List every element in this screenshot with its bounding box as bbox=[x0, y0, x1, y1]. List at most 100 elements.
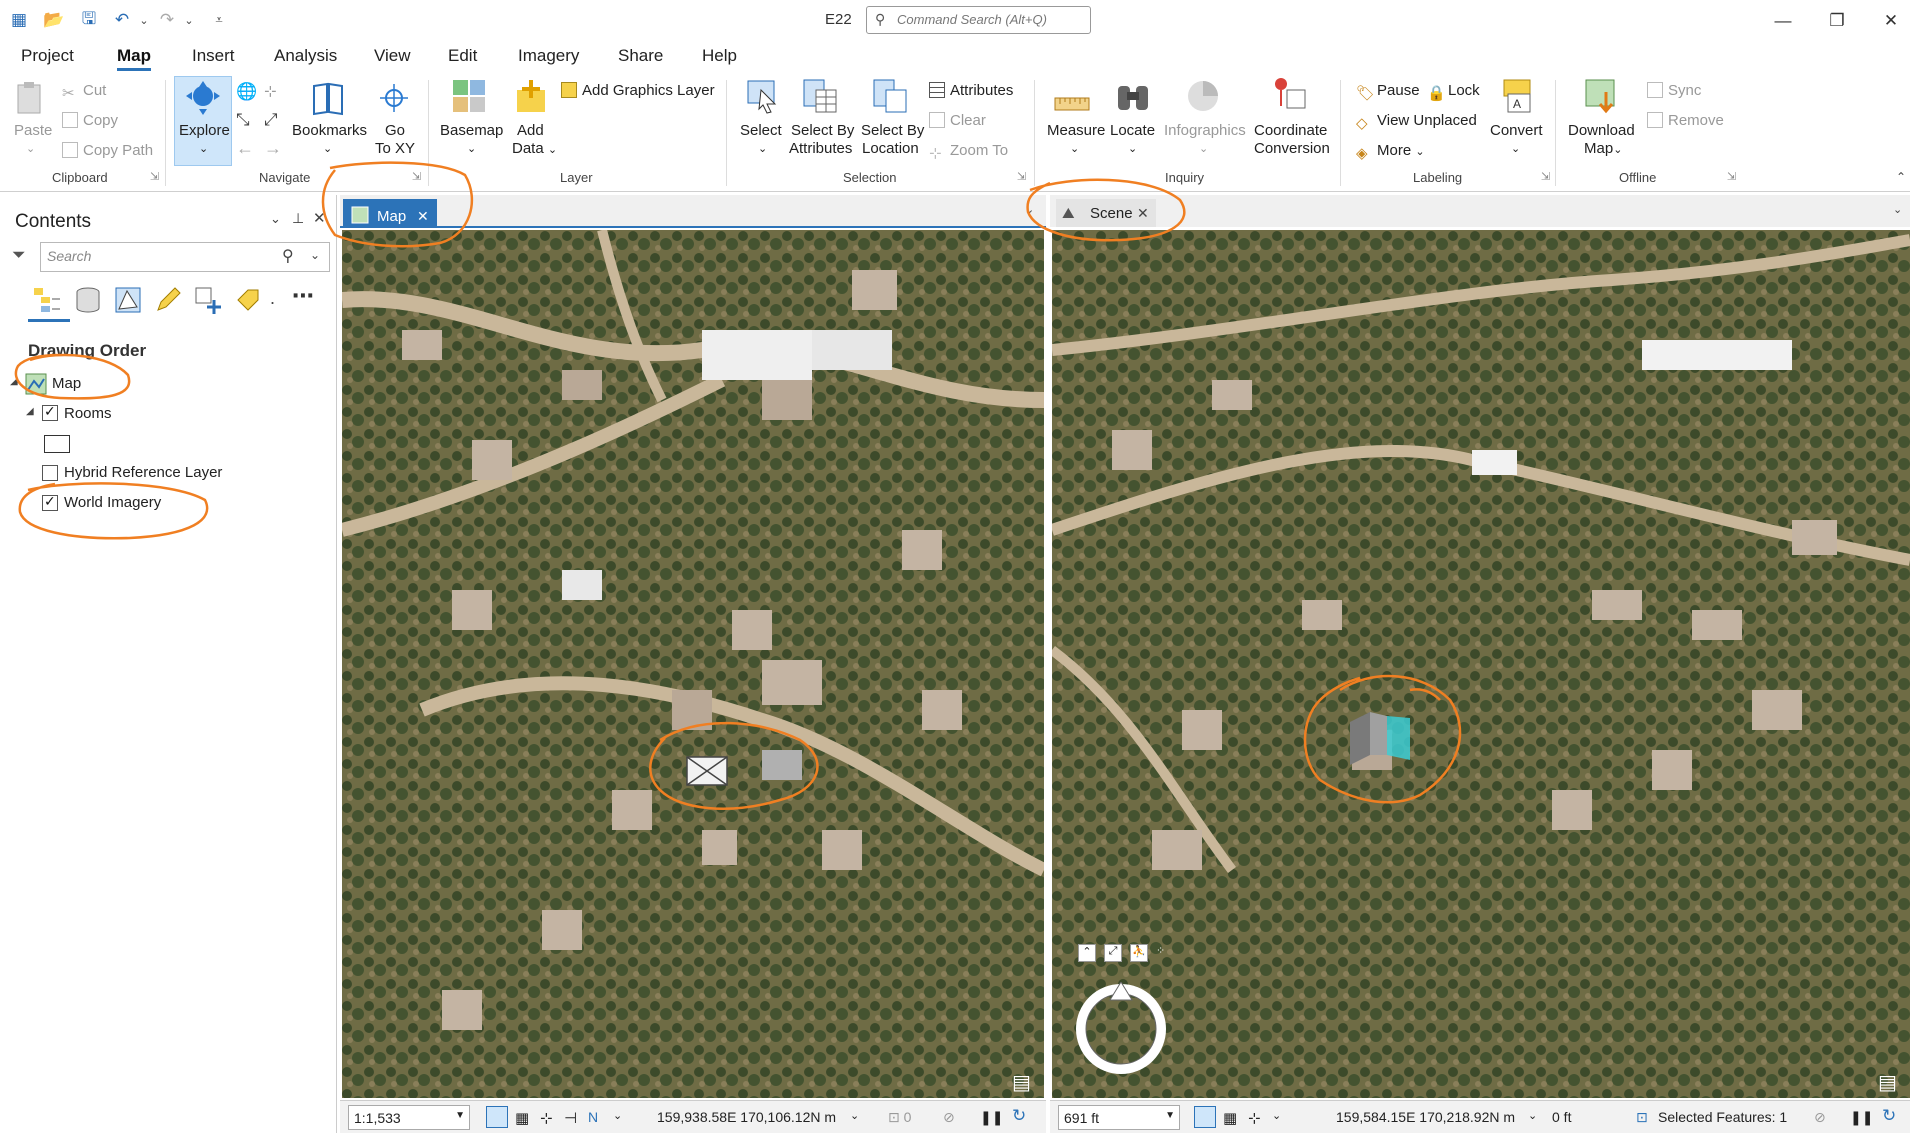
scene-view[interactable]: ⌃ ⤢ ⛹ ⁘ ▤ bbox=[1052, 230, 1910, 1098]
scene-navigator-compass[interactable] bbox=[1074, 982, 1168, 1076]
selected-features-icon-scene[interactable]: ⊡ bbox=[1636, 1109, 1648, 1126]
tree-item-hybrid-reference-layer[interactable]: Hybrid Reference Layer bbox=[64, 464, 222, 481]
cut-button[interactable]: ✂ Cut bbox=[62, 82, 106, 102]
close-map-tab-icon[interactable]: ✕ bbox=[417, 208, 429, 225]
select-button[interactable]: Select bbox=[740, 122, 782, 140]
undo-icon[interactable]: ↶ bbox=[111, 9, 133, 31]
pause-drawing-icon[interactable]: ❚❚ bbox=[980, 1109, 1003, 1126]
scene-scale-selector[interactable]: 691 ft ▼ bbox=[1058, 1105, 1180, 1130]
minimize-icon[interactable]: — bbox=[1760, 6, 1806, 36]
refresh-icon[interactable]: ↻ bbox=[1012, 1106, 1026, 1126]
select-by-location-label-2[interactable]: Location bbox=[862, 140, 919, 158]
list-by-editing-icon[interactable] bbox=[153, 285, 183, 315]
pause-labeling-button[interactable]: 🏷 Pause bbox=[1356, 82, 1420, 102]
undo-dropdown-icon[interactable]: ⌄ bbox=[133, 9, 155, 31]
clear-button[interactable]: Clear bbox=[929, 112, 986, 130]
satellite-imagery-scene[interactable] bbox=[1052, 230, 1910, 1098]
paste-dropdown-icon[interactable]: ⌄ bbox=[26, 140, 35, 158]
add-data-label-1[interactable]: Add bbox=[517, 122, 544, 140]
coordinate-conversion-label-2[interactable]: Conversion bbox=[1254, 140, 1330, 158]
list-by-selection-icon[interactable] bbox=[113, 285, 143, 315]
filter-icon[interactable]: ⏷ bbox=[12, 245, 26, 265]
selected-features-icon[interactable]: ⊡ 0 bbox=[888, 1109, 911, 1126]
map-tab-list-icon[interactable]: ⌄ bbox=[1025, 203, 1034, 216]
download-map-label-2[interactable]: Map⌄ bbox=[1584, 140, 1622, 159]
coords-dropdown-icon[interactable]: ⌄ bbox=[850, 1109, 859, 1122]
close-window-icon[interactable]: ✕ bbox=[1868, 6, 1910, 36]
explore-button[interactable]: Explore bbox=[179, 122, 230, 140]
more-views-icon[interactable]: . bbox=[270, 288, 275, 309]
previous-extent-icon[interactable]: ← bbox=[236, 138, 254, 159]
map-view[interactable]: ▤ bbox=[342, 230, 1044, 1098]
list-by-labeling-icon[interactable] bbox=[233, 285, 263, 315]
coordinate-conversion-label-1[interactable]: Coordinate bbox=[1254, 122, 1327, 140]
command-search-input[interactable]: Command Search (Alt+Q) bbox=[866, 6, 1091, 34]
clipboard-launcher-icon[interactable]: ⇲ bbox=[150, 170, 159, 183]
scene-notes-icon[interactable]: ▤ bbox=[1878, 1070, 1897, 1095]
bookmarks-dropdown-icon[interactable]: ⌄ bbox=[323, 140, 332, 158]
locate-dropdown-icon[interactable]: ⌄ bbox=[1128, 140, 1137, 158]
restore-icon[interactable]: ❐ bbox=[1814, 6, 1860, 36]
paste-button[interactable]: Paste bbox=[14, 122, 52, 140]
selection-launcher-icon[interactable]: ⇲ bbox=[1017, 170, 1026, 183]
scene-tab-list-icon[interactable]: ⌄ bbox=[1893, 203, 1902, 216]
navigator-more-icon[interactable]: ⁘ bbox=[1156, 944, 1165, 957]
redo-dropdown-icon[interactable]: ⌄ bbox=[178, 9, 200, 31]
select-by-attributes-label-2[interactable]: Attributes bbox=[789, 140, 852, 158]
navigator-full-control-icon[interactable]: ⤢ bbox=[1104, 944, 1122, 962]
tree-item-world-imagery[interactable]: World Imagery bbox=[64, 494, 161, 511]
full-extent-icon[interactable]: 🌐 bbox=[236, 82, 257, 102]
menu-edit[interactable]: Edit bbox=[448, 46, 477, 66]
select-by-location-label-1[interactable]: Select By bbox=[861, 122, 924, 140]
close-pane-icon[interactable]: ✕ bbox=[313, 209, 326, 227]
tree-item-rooms[interactable]: Rooms bbox=[64, 405, 112, 422]
locate-button[interactable]: Locate bbox=[1110, 122, 1155, 140]
explore-dropdown-icon[interactable]: ⌄ bbox=[199, 140, 208, 158]
measure-dropdown-icon[interactable]: ⌄ bbox=[1070, 140, 1079, 158]
fixed-scale-icon[interactable] bbox=[486, 1106, 508, 1128]
expand-map-icon[interactable]: ◢ bbox=[10, 376, 18, 387]
menu-project[interactable]: Project bbox=[21, 46, 74, 66]
snapping-icon[interactable]: ⊹ bbox=[540, 1109, 553, 1127]
customize-toolbar-icon[interactable]: ⩡ bbox=[208, 9, 230, 31]
scene-grid-icon[interactable]: ▦ bbox=[1223, 1109, 1237, 1127]
menu-insert[interactable]: Insert bbox=[192, 46, 235, 66]
list-by-snapping-icon[interactable] bbox=[193, 285, 223, 315]
sync-button[interactable]: Sync bbox=[1647, 82, 1701, 100]
scene-pause-drawing-icon[interactable]: ❚❚ bbox=[1850, 1109, 1873, 1126]
hybrid-reference-checkbox[interactable] bbox=[42, 465, 58, 481]
tree-item-map[interactable]: Map bbox=[52, 375, 81, 392]
add-data-label-2[interactable]: Data ⌄ bbox=[512, 140, 557, 159]
pane-options-icon[interactable]: ⌄ bbox=[270, 211, 281, 227]
scene-status-dropdown-icon[interactable]: ⌄ bbox=[1272, 1109, 1281, 1122]
list-by-drawing-order-icon[interactable] bbox=[32, 285, 62, 315]
add-graphics-layer-button[interactable]: Add Graphics Layer bbox=[561, 82, 715, 100]
redo-icon[interactable]: ↷ bbox=[156, 9, 178, 31]
navigator-expand-icon[interactable]: ⌃ bbox=[1078, 944, 1096, 962]
north-arrow-icon[interactable]: N bbox=[588, 1109, 598, 1125]
convert-dropdown-icon[interactable]: ⌄ bbox=[1511, 140, 1520, 158]
convert-button[interactable]: Convert bbox=[1490, 122, 1543, 140]
labeling-launcher-icon[interactable]: ⇲ bbox=[1541, 170, 1550, 183]
infographics-dropdown-icon[interactable]: ⌄ bbox=[1199, 140, 1208, 158]
next-extent-icon[interactable]: → bbox=[264, 138, 282, 159]
menu-help[interactable]: Help bbox=[702, 46, 737, 66]
refresh-info-icon[interactable]: ⊘ bbox=[943, 1109, 955, 1126]
menu-view[interactable]: View bbox=[374, 46, 411, 66]
menu-analysis[interactable]: Analysis bbox=[274, 46, 337, 66]
fixed-zoom-in-icon[interactable]: ⤡ bbox=[236, 110, 250, 130]
zoom-to-button[interactable]: ⊹ Zoom To bbox=[929, 142, 1008, 162]
go-to-xy-label-1[interactable]: Go bbox=[385, 122, 405, 140]
infographics-button[interactable]: Infographics bbox=[1164, 122, 1246, 140]
save-project-icon[interactable]: 🖫 bbox=[78, 9, 100, 31]
pin-icon[interactable]: ⊥ bbox=[292, 210, 304, 227]
constraints-icon[interactable]: ⊣ bbox=[564, 1109, 577, 1127]
more-options-icon[interactable]: ⋯ bbox=[292, 283, 314, 309]
go-to-xy-label-2[interactable]: To XY bbox=[375, 140, 415, 158]
menu-imagery[interactable]: Imagery bbox=[518, 46, 579, 66]
scene-refresh-icon[interactable]: ↻ bbox=[1882, 1106, 1896, 1126]
lock-labels-button[interactable]: 🔒 Lock bbox=[1427, 82, 1480, 102]
close-scene-tab-icon[interactable]: ✕ bbox=[1137, 205, 1149, 222]
expand-rooms-icon[interactable]: ◢ bbox=[26, 406, 34, 417]
satellite-imagery-map[interactable] bbox=[342, 230, 1044, 1098]
